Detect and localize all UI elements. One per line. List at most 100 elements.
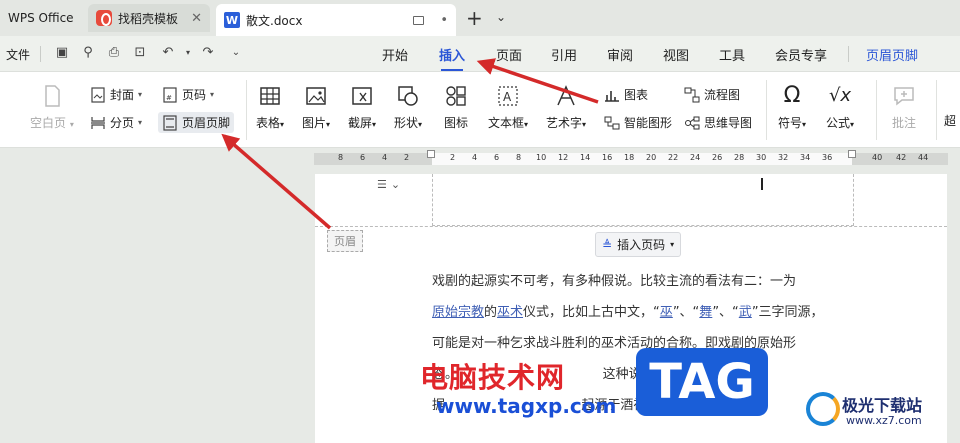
mindmap-button[interactable]: 思维导图 <box>684 114 752 131</box>
close-icon[interactable]: ✕ <box>191 11 202 26</box>
chart-icon <box>605 90 619 102</box>
textbox-icon: A <box>498 86 518 106</box>
menu-tools[interactable]: 工具 <box>719 45 745 64</box>
header-area[interactable] <box>432 174 854 226</box>
screenshot-button[interactable]: 截屏▾ <box>348 84 376 131</box>
ruler-tick: 4 <box>382 153 388 162</box>
mindmap-icon <box>685 116 700 129</box>
ruler-tick: 4 <box>472 153 478 162</box>
save-icon[interactable]: ▣ <box>54 45 70 61</box>
hyperlink-text[interactable]: 原始宗教 <box>432 305 484 320</box>
header-options[interactable]: ☰ ⌄ <box>377 178 400 191</box>
tab-document[interactable]: W 散文.docx • <box>216 4 456 36</box>
divider <box>876 80 877 140</box>
chevron-down-icon[interactable]: ⌄ <box>496 10 506 24</box>
link-icon[interactable]: ⚲ <box>80 45 96 61</box>
hyperlink-text[interactable]: 武 <box>739 305 752 320</box>
text-run: 戏剧的起源实不可考，有多种假说。比较主流的看法有二：一为 <box>432 274 797 289</box>
print-preview-icon[interactable]: ⊡ <box>132 45 148 61</box>
print-icon[interactable]: ⎙ <box>106 45 122 61</box>
icon-button[interactable]: 图标 <box>444 84 468 131</box>
indent-marker[interactable] <box>848 150 856 158</box>
icon-gallery-icon <box>446 86 466 106</box>
ruler-tick: 30 <box>756 153 767 162</box>
close-icon[interactable]: • <box>440 13 448 28</box>
menu-insert[interactable]: 插入 <box>439 45 465 71</box>
title-bar: WPS Office 找稻壳模板 ✕ W 散文.docx • + ⌄ <box>0 0 960 36</box>
word-doc-icon: W <box>224 12 240 28</box>
watermark-site-url: www.tagxp.com <box>436 394 617 418</box>
hyperlink-text[interactable]: 舞 <box>699 305 712 320</box>
header-footer-button[interactable]: 页眉页脚 <box>158 112 235 133</box>
divider <box>246 80 247 140</box>
insert-page-number-button[interactable]: ≜ 插入页码 ▾ <box>595 232 682 257</box>
ruler-tick: 8 <box>338 153 344 162</box>
watermark-tag-logo: TAG <box>636 348 768 416</box>
comment-icon <box>894 87 914 106</box>
table-icon <box>260 87 280 105</box>
indent-marker[interactable] <box>427 150 435 158</box>
hyperlink-text[interactable]: 巫术 <box>497 305 523 320</box>
menu-start[interactable]: 开始 <box>382 45 408 64</box>
menu-member[interactable]: 会员专享 <box>775 45 827 64</box>
symbol-button[interactable]: Ω 符号▾ <box>778 84 806 131</box>
menu-review[interactable]: 审阅 <box>607 45 633 64</box>
chevron-down-icon: ▾ <box>670 240 675 249</box>
art-text-button[interactable]: 艺术字▾ <box>546 84 586 131</box>
divider <box>936 80 937 140</box>
tab-label: WPS Office <box>8 11 74 25</box>
hyperlink-button[interactable]: 超 <box>944 112 956 129</box>
flowchart-button[interactable]: 流程图 <box>684 86 740 103</box>
cover-button[interactable]: 封面 ▾ <box>90 86 142 103</box>
paragraph-line: 戏剧的起源实不可考，有多种假说。比较主流的看法有二：一为 <box>432 266 854 297</box>
menu-view[interactable]: 视图 <box>663 45 689 64</box>
table-button[interactable]: 表格▾ <box>256 84 284 131</box>
ruler-tick: 42 <box>896 153 907 162</box>
chevron-down-icon[interactable]: ▾ <box>180 45 196 61</box>
ruler-tick: 14 <box>580 153 591 162</box>
formula-button[interactable]: √x 公式▾ <box>826 84 854 131</box>
header-divider <box>315 226 947 227</box>
tab-label: 找稻壳模板 <box>118 11 179 26</box>
tab-template[interactable]: 找稻壳模板 ✕ <box>88 4 210 32</box>
section-break-button[interactable]: 分页 ▾ <box>90 114 142 131</box>
ruler-tick: 2 <box>450 153 456 162</box>
new-tab-icon[interactable]: + <box>466 6 483 30</box>
undo-icon[interactable]: ↶ <box>160 45 176 61</box>
ruler-tick: 6 <box>360 153 366 162</box>
ruler-tick: 2 <box>404 153 410 162</box>
text-run: ”、“ <box>672 305 700 320</box>
redo-icon[interactable]: ↷ <box>200 45 216 61</box>
text-run: 的 <box>484 305 498 320</box>
file-menu[interactable]: 文件 <box>6 46 30 63</box>
ruler-tick: 18 <box>624 153 635 162</box>
horizontal-ruler[interactable]: 8 6 4 2 2 4 6 8 10 12 14 16 18 20 22 24 … <box>314 150 948 165</box>
smart-graphic-button[interactable]: 智能图形 <box>604 114 672 131</box>
blank-page-button[interactable]: 空白页 ▾ <box>30 84 74 131</box>
monitor-icon[interactable] <box>413 15 425 25</box>
hyperlink-text[interactable]: 巫 <box>660 305 673 320</box>
watermark-brand: 极光下载站 <box>842 396 923 415</box>
tab-wps-office[interactable]: WPS Office <box>0 4 82 32</box>
page-number-button[interactable]: # 页码 ▾ <box>162 86 214 103</box>
text-run: 仪式，比如上古中文，“ <box>523 305 660 320</box>
divider <box>40 46 41 62</box>
shape-button[interactable]: 形状▾ <box>394 84 422 131</box>
svg-text:A: A <box>503 90 512 104</box>
cover-icon <box>91 86 105 103</box>
textbox-button[interactable]: A 文本框▾ <box>488 84 528 131</box>
omega-icon: Ω <box>783 83 801 108</box>
ruler-tick: 36 <box>822 153 833 162</box>
picture-button[interactable]: 图片▾ <box>302 84 330 131</box>
comment-button[interactable]: 批注 <box>892 84 916 131</box>
menu-page[interactable]: 页面 <box>496 45 522 64</box>
chevron-down-icon: ⌄ <box>390 178 401 191</box>
page-break-icon <box>91 116 105 129</box>
ribbon-toolbar: 空白页 ▾ 封面 ▾ # 页码 ▾ 分页 ▾ 页眉页脚 表格▾ 图片▾ 截屏▾ 形状▾… <box>0 72 960 148</box>
header-align-icon: ☰ <box>377 178 387 191</box>
chevron-down-icon[interactable]: ⌄ <box>228 45 244 61</box>
menu-header-footer[interactable]: 页眉页脚 <box>866 45 918 64</box>
chart-button[interactable]: 图表 <box>604 86 648 103</box>
paragraph-line: 原始宗教的巫术仪式，比如上古中文，“巫”、“舞”、“武”三字同源， <box>432 297 854 328</box>
menu-reference[interactable]: 引用 <box>551 45 577 64</box>
